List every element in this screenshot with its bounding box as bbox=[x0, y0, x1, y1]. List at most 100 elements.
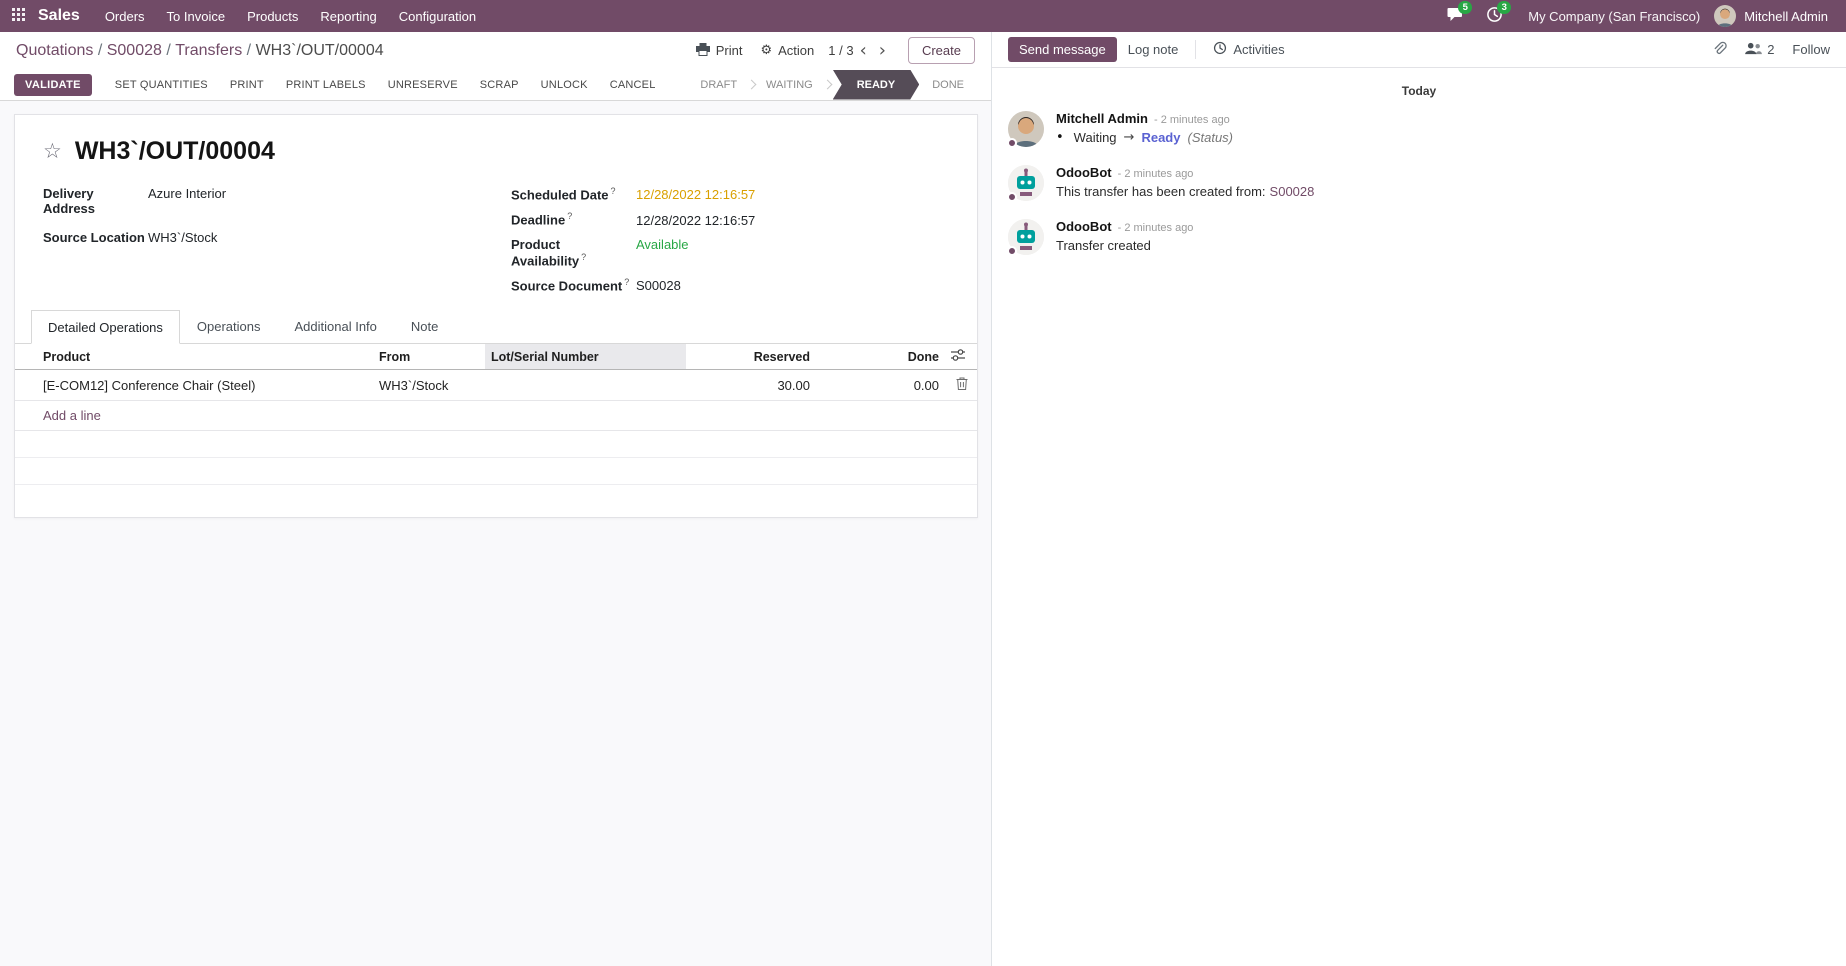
company-switcher[interactable]: My Company (San Francisco) bbox=[1514, 9, 1714, 24]
breadcrumb-link-transfers[interactable]: Transfers bbox=[175, 42, 255, 60]
source-document-label: Source Document? bbox=[511, 277, 636, 293]
reserved-column-header: Reserved bbox=[686, 344, 816, 370]
nav-item-products[interactable]: Products bbox=[236, 0, 309, 32]
activities-badge: 3 bbox=[1497, 1, 1511, 14]
form-content-area: ☆ WH3`/OUT/00004 Delivery Address Azure … bbox=[0, 101, 991, 966]
tracking-change: Waiting → Ready (Status) bbox=[1056, 130, 1233, 145]
message-author: OdooBot bbox=[1056, 219, 1112, 234]
tab-note[interactable]: Note bbox=[394, 310, 455, 343]
followers-count: 2 bbox=[1767, 42, 1774, 57]
state-draft[interactable]: DRAFT bbox=[687, 69, 750, 101]
activities-menu-button[interactable]: 3 bbox=[1475, 0, 1514, 32]
presence-dot-icon bbox=[1007, 138, 1017, 148]
send-message-button[interactable]: Send message bbox=[1008, 37, 1117, 62]
table-options-button[interactable] bbox=[945, 344, 978, 370]
trash-icon bbox=[956, 378, 968, 393]
print-operation-button[interactable]: PRINT bbox=[219, 74, 275, 96]
form-view-panel: Quotations S00028 Transfers WH3`/OUT/000… bbox=[0, 32, 992, 966]
product-availability-value: Available bbox=[636, 237, 689, 252]
user-avatar[interactable] bbox=[1714, 5, 1736, 27]
delivery-address-label: Delivery Address bbox=[43, 186, 148, 216]
user-menu[interactable]: Mitchell Admin bbox=[1736, 9, 1836, 24]
message-time: 2 minutes ago bbox=[1118, 168, 1194, 180]
reserved-cell[interactable]: 30.00 bbox=[686, 370, 816, 401]
pager-next-button[interactable]: › bbox=[873, 42, 892, 60]
done-cell[interactable]: 0.00 bbox=[816, 370, 945, 401]
product-column-header: Product bbox=[15, 344, 373, 370]
pager-previous-button[interactable]: ‹ bbox=[854, 42, 873, 60]
source-location-value[interactable]: WH3`/Stock bbox=[148, 230, 217, 245]
delete-row-button[interactable] bbox=[945, 370, 978, 401]
tab-additional-info[interactable]: Additional Info bbox=[278, 310, 394, 343]
follow-button[interactable]: Follow bbox=[1792, 42, 1830, 57]
nav-item-configuration[interactable]: Configuration bbox=[388, 0, 487, 32]
nav-item-orders[interactable]: Orders bbox=[94, 0, 156, 32]
state-waiting[interactable]: WAITING bbox=[753, 69, 826, 101]
from-cell[interactable]: WH3`/Stock bbox=[373, 370, 485, 401]
from-column-header: From bbox=[373, 344, 485, 370]
scheduled-date-value[interactable]: 12/28/2022 12:16:57 bbox=[636, 187, 755, 202]
notebook-tabs: Detailed Operations Operations Additiona… bbox=[15, 310, 977, 344]
cancel-button[interactable]: CANCEL bbox=[599, 74, 667, 96]
record-title[interactable]: WH3`/OUT/00004 bbox=[75, 137, 275, 166]
print-button[interactable]: Print bbox=[688, 39, 751, 63]
product-cell[interactable]: [E-COM12] Conference Chair (Steel) bbox=[15, 370, 373, 401]
breadcrumb-link-s00028[interactable]: S00028 bbox=[107, 42, 176, 60]
app-brand[interactable]: Sales bbox=[36, 0, 94, 32]
unlock-button[interactable]: UNLOCK bbox=[530, 74, 599, 96]
message-link[interactable]: S00028 bbox=[1270, 184, 1315, 199]
chatter-panel: Send message Log note Activities bbox=[992, 32, 1846, 966]
state-ready[interactable]: READY bbox=[833, 70, 920, 100]
add-line-row: Add a line bbox=[15, 401, 978, 431]
add-a-line-button[interactable]: Add a line bbox=[43, 408, 101, 423]
top-navbar: Sales Orders To Invoice Products Reporti… bbox=[0, 0, 1846, 32]
message-thread: Today Mitchell Admin 2 minutes ago Waiti… bbox=[992, 68, 1846, 268]
deadline-value[interactable]: 12/28/2022 12:16:57 bbox=[636, 213, 755, 228]
apps-menu-button[interactable] bbox=[0, 0, 36, 32]
action-menu-button[interactable]: ⚙ Action bbox=[752, 39, 822, 62]
schedule-activity-button[interactable]: Activities bbox=[1202, 36, 1295, 63]
nav-item-reporting[interactable]: Reporting bbox=[309, 0, 387, 32]
print-labels-button[interactable]: PRINT LABELS bbox=[275, 74, 377, 96]
scheduled-date-label: Scheduled Date? bbox=[511, 186, 636, 202]
unreserve-button[interactable]: UNRESERVE bbox=[377, 74, 469, 96]
favorite-star-icon[interactable]: ☆ bbox=[43, 141, 62, 162]
breadcrumb-link-quotations[interactable]: Quotations bbox=[16, 42, 107, 60]
tab-detailed-operations[interactable]: Detailed Operations bbox=[31, 310, 180, 344]
messages-menu-button[interactable]: 5 bbox=[1436, 0, 1475, 32]
delivery-address-value[interactable]: Azure Interior bbox=[148, 186, 226, 201]
tab-operations[interactable]: Operations bbox=[180, 310, 278, 343]
product-availability-field: Product Availability? Available bbox=[511, 237, 949, 268]
log-note-button[interactable]: Log note bbox=[1117, 37, 1190, 62]
source-document-value[interactable]: S00028 bbox=[636, 278, 681, 293]
breadcrumb: Quotations S00028 Transfers WH3`/OUT/000… bbox=[16, 42, 384, 60]
paperclip-icon bbox=[1712, 41, 1727, 59]
table-header-row: Product From Lot/Serial Number Reserved … bbox=[15, 344, 978, 370]
set-quantities-button[interactable]: SET QUANTITIES bbox=[104, 74, 219, 96]
message: OdooBot 2 minutes ago This transfer has … bbox=[992, 156, 1846, 210]
message: Mitchell Admin 2 minutes ago Waiting → R… bbox=[992, 102, 1846, 156]
message-time: 2 minutes ago bbox=[1154, 114, 1230, 126]
scrap-button[interactable]: SCRAP bbox=[469, 74, 530, 96]
create-button[interactable]: Create bbox=[908, 37, 975, 64]
followers-button[interactable]: 2 bbox=[1745, 42, 1774, 58]
table-row: [E-COM12] Conference Chair (Steel) WH3`/… bbox=[15, 370, 978, 401]
lot-serial-cell[interactable] bbox=[485, 370, 686, 401]
pager: 1 / 3 ‹ › bbox=[828, 42, 892, 60]
done-column-header: Done bbox=[816, 344, 945, 370]
delivery-address-field: Delivery Address Azure Interior bbox=[43, 186, 483, 216]
deadline-label: Deadline? bbox=[511, 211, 636, 227]
message-author: OdooBot bbox=[1056, 165, 1112, 180]
attach-files-button[interactable] bbox=[1712, 41, 1727, 59]
help-tooltip-icon: ? bbox=[611, 186, 616, 196]
clock-icon bbox=[1213, 41, 1227, 58]
source-location-label: Source Location bbox=[43, 230, 148, 245]
presence-dot-icon bbox=[1007, 246, 1017, 256]
status-pipeline: DRAFT WAITING READY DONE bbox=[687, 69, 977, 101]
message-author: Mitchell Admin bbox=[1056, 111, 1148, 126]
source-document-field: Source Document? S00028 bbox=[511, 277, 949, 293]
nav-item-to-invoice[interactable]: To Invoice bbox=[156, 0, 237, 32]
validate-button[interactable]: VALIDATE bbox=[14, 74, 92, 96]
state-done[interactable]: DONE bbox=[919, 69, 977, 101]
pager-value: 1 / 3 bbox=[828, 43, 853, 58]
